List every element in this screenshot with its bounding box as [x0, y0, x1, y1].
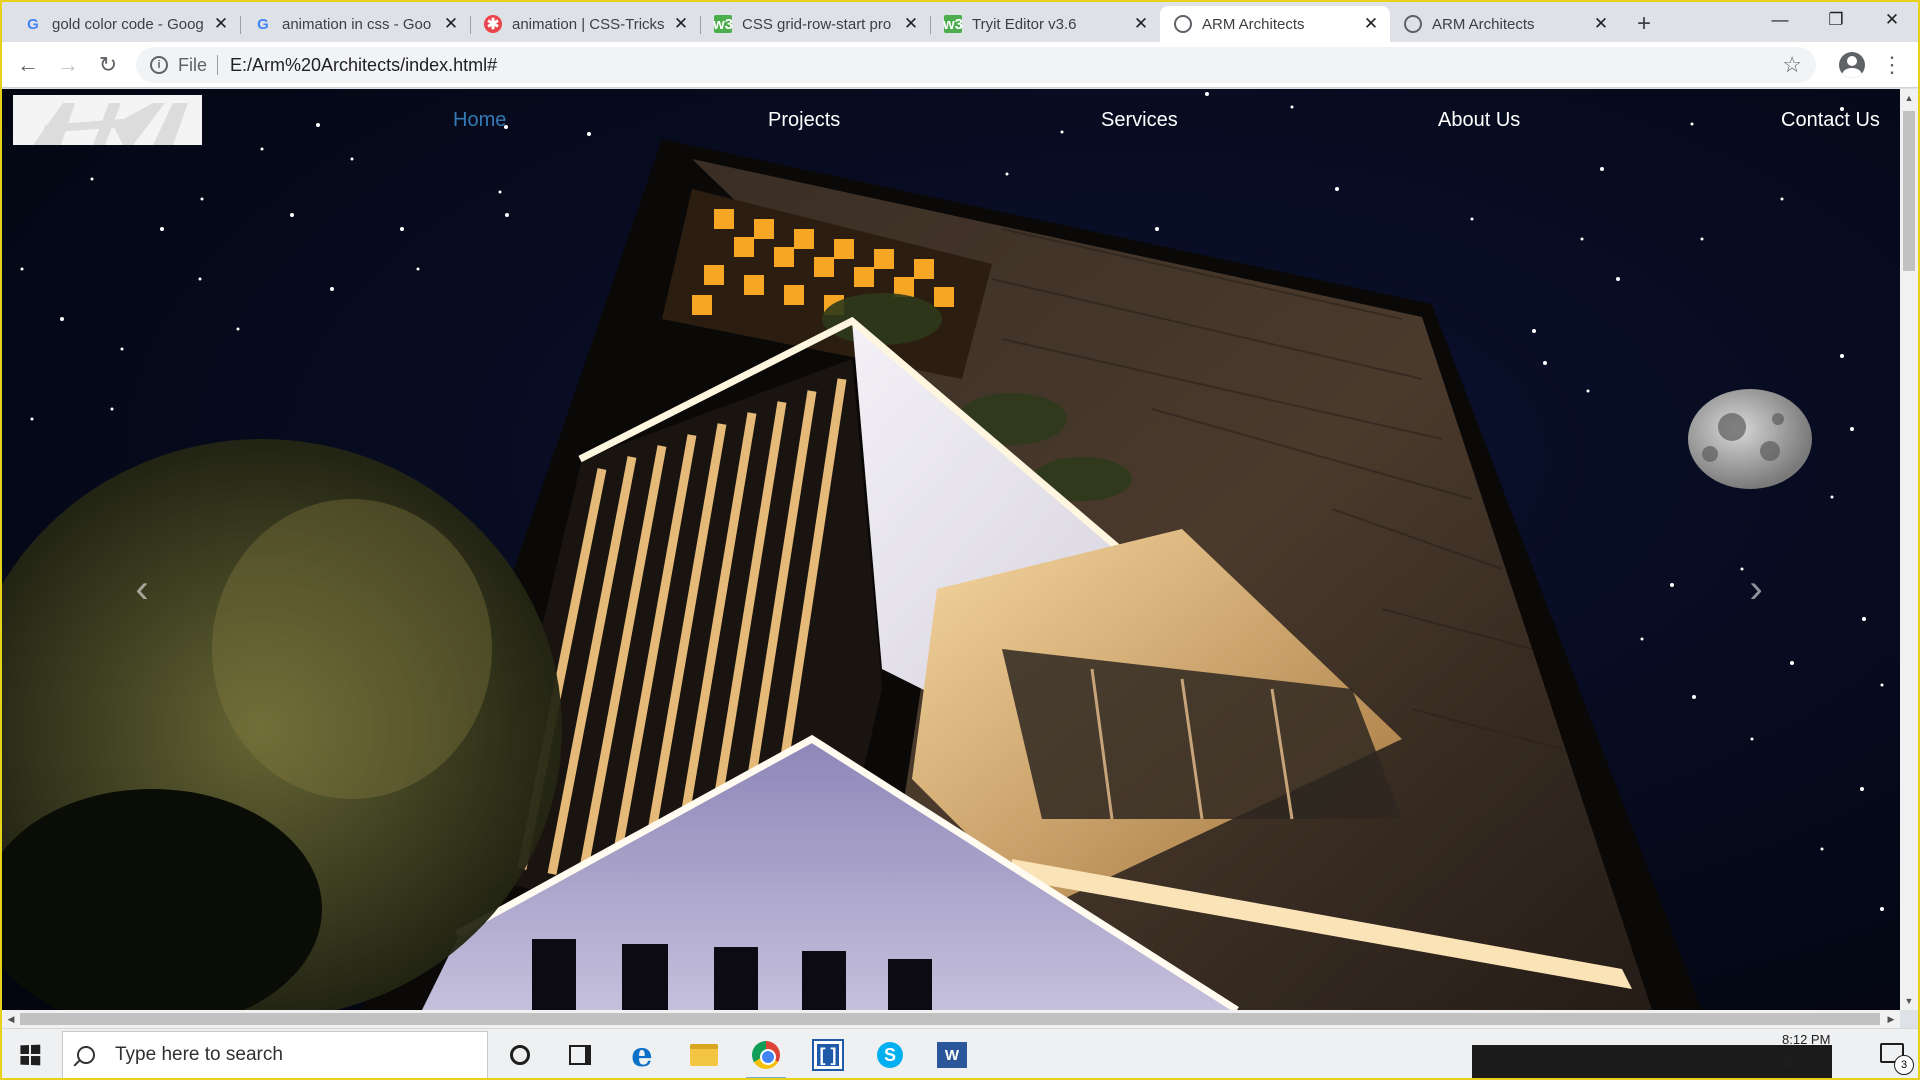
edge-icon[interactable]: e [618, 1035, 666, 1075]
chrome-icon[interactable] [742, 1037, 790, 1080]
globe-icon [1404, 15, 1422, 33]
profile-avatar-icon[interactable] [1839, 52, 1865, 78]
window-controls: — ❐ ✕ [1752, 0, 1920, 40]
restore-icon[interactable]: ❐ [1808, 0, 1864, 40]
taskbar-search-input[interactable]: Type here to search [62, 1031, 488, 1079]
tab-title: animation in css - Goo [282, 15, 432, 33]
skype-icon[interactable]: S [866, 1037, 914, 1073]
scheme-label: File [178, 54, 208, 75]
tab-title: CSS grid-row-start pro [742, 15, 892, 33]
browser-tab[interactable]: G gold color code - Goog ✕ [10, 6, 240, 42]
close-tab-icon[interactable]: ✕ [442, 14, 460, 34]
toolbar-right-icons: ⋮ [1832, 45, 1912, 85]
globe-icon [1174, 15, 1192, 33]
cortana-icon[interactable] [496, 1037, 544, 1073]
minimize-icon[interactable]: — [1752, 0, 1808, 40]
file-explorer-icon[interactable] [680, 1037, 728, 1073]
carousel-prev-chevron-icon[interactable]: ‹ [122, 559, 162, 619]
w3schools-icon: w3 [943, 15, 964, 33]
vertical-scrollbar[interactable]: ▲ ▼ [1900, 89, 1918, 1010]
task-view-icon[interactable] [556, 1037, 604, 1073]
browser-tab[interactable]: ✱ animation | CSS-Tricks ✕ [470, 6, 700, 42]
close-tab-icon[interactable]: ✕ [902, 14, 920, 34]
tab-title: ARM Architects [1202, 15, 1305, 33]
browser-tab[interactable]: ARM Architects ✕ [1390, 6, 1620, 42]
kebab-menu-icon[interactable]: ⋮ [1872, 45, 1912, 85]
new-tab-button[interactable]: + [1626, 6, 1662, 42]
tab-title: gold color code - Goog [52, 15, 204, 33]
nav-projects-link[interactable]: Projects [768, 109, 840, 132]
bookmark-star-icon[interactable]: ☆ [1782, 52, 1802, 78]
close-tab-icon[interactable]: ✕ [1132, 14, 1150, 34]
search-icon [77, 1046, 95, 1064]
close-tab-icon[interactable]: ✕ [1592, 14, 1610, 34]
css-tricks-icon: ✱ [484, 15, 502, 33]
browser-tab-active[interactable]: ARM Architects ✕ [1160, 6, 1390, 42]
browser-toolbar: ← → ↻ i File E:/Arm%20Architects/index.h… [0, 42, 1920, 88]
search-placeholder: Type here to search [115, 1044, 283, 1065]
address-bar[interactable]: i File E:/Arm%20Architects/index.html# ☆ [136, 47, 1816, 83]
browser-tab[interactable]: w3 CSS grid-row-start pro ✕ [700, 6, 930, 42]
horizontal-scrollbar[interactable]: ◀ ▶ [2, 1010, 1900, 1028]
divider [217, 55, 219, 75]
scroll-down-icon[interactable]: ▼ [1900, 992, 1918, 1010]
browser-tab[interactable]: G animation in css - Goo ✕ [240, 6, 470, 42]
browser-tab-strip: G gold color code - Goog ✕ G animation i… [0, 0, 1920, 42]
taskbar-clock[interactable]: 8:12 PM 20 [1782, 1032, 1831, 1069]
nav-home-link[interactable]: Home [453, 109, 506, 132]
system-tray-overlay [1472, 1045, 1832, 1080]
nav-services-link[interactable]: Services [1101, 109, 1178, 132]
scroll-up-icon[interactable]: ▲ [1900, 89, 1918, 107]
scroll-thumb[interactable] [20, 1013, 1880, 1025]
reload-icon[interactable]: ↻ [88, 45, 128, 85]
close-window-icon[interactable]: ✕ [1864, 0, 1920, 40]
url-text[interactable]: E:/Arm%20Architects/index.html# [230, 55, 497, 76]
clock-date: 20 [1782, 1054, 1797, 1069]
tab-title: ARM Architects [1432, 15, 1535, 33]
forward-arrow-icon[interactable]: → [48, 45, 88, 85]
tab-title: Tryit Editor v3.6 [972, 15, 1077, 33]
windows-start-icon[interactable] [8, 1037, 52, 1073]
hero-slide-image [2, 89, 1900, 1010]
google-icon: G [27, 15, 39, 33]
carousel-next-chevron-icon[interactable]: › [1736, 559, 1776, 619]
scroll-right-icon[interactable]: ▶ [1882, 1010, 1900, 1028]
close-tab-icon[interactable]: ✕ [212, 14, 230, 34]
brackets-icon[interactable]: [ ] [804, 1037, 852, 1073]
page-viewport: Home Projects Services About Us Contact … [2, 89, 1900, 1010]
logo-mark-icon [33, 103, 188, 145]
back-arrow-icon[interactable]: ← [8, 45, 48, 85]
notification-count-badge: 3 [1894, 1055, 1914, 1075]
word-icon[interactable]: W [928, 1037, 976, 1073]
browser-tab[interactable]: w3 Tryit Editor v3.6 ✕ [930, 6, 1160, 42]
arm-logo[interactable] [13, 95, 202, 145]
windows-taskbar: Type here to search e [ ] S W 8:12 PM 20… [0, 1028, 1920, 1080]
info-icon[interactable]: i [150, 56, 168, 74]
tab-title: animation | CSS-Tricks [512, 15, 665, 33]
scroll-thumb[interactable] [1903, 111, 1915, 271]
google-icon: G [257, 15, 269, 33]
w3schools-icon: w3 [713, 15, 734, 33]
clock-time: 8:12 PM [1782, 1032, 1831, 1047]
scroll-left-icon[interactable]: ◀ [2, 1010, 20, 1028]
site-navbar: Home Projects Services About Us Contact … [2, 89, 1900, 151]
nav-contact-link[interactable]: Contact Us [1781, 109, 1880, 132]
close-tab-icon[interactable]: ✕ [1362, 14, 1380, 34]
nav-about-link[interactable]: About Us [1438, 109, 1520, 132]
close-tab-icon[interactable]: ✕ [672, 14, 690, 34]
